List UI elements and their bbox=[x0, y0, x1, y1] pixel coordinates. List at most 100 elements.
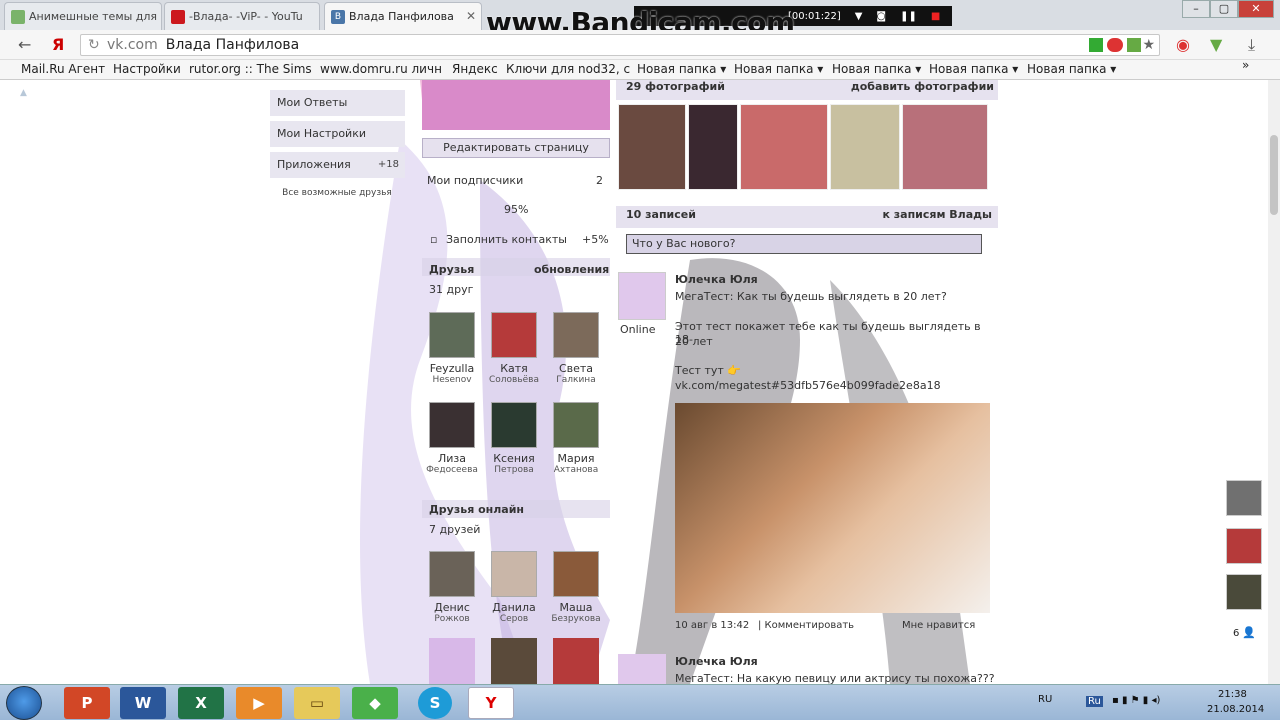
yandex-icon[interactable]: Я bbox=[52, 35, 64, 54]
page-scrollbar[interactable] bbox=[1268, 80, 1280, 684]
post-link[interactable]: vk.com/megatest#53dfb576e4b099fade2e8a18 bbox=[675, 379, 941, 392]
scroll-thumb[interactable] bbox=[1270, 135, 1278, 215]
back-icon[interactable]: ← bbox=[18, 35, 31, 54]
friend-avatar[interactable] bbox=[553, 402, 599, 448]
bookmark-item[interactable]: rutor.org :: The Sims bbox=[189, 62, 312, 76]
post-date[interactable]: 10 авг в 13:42 bbox=[675, 620, 749, 631]
menu-my-settings[interactable]: Мои Настройки bbox=[270, 121, 405, 147]
bookmark-folder[interactable]: Новая папка ▾ bbox=[929, 62, 1018, 76]
chat-avatar[interactable] bbox=[1226, 574, 1262, 610]
online-friends-title[interactable]: Друзья онлайн bbox=[429, 503, 524, 516]
post-author[interactable]: Юлечка Юля bbox=[675, 273, 758, 286]
like-button[interactable]: Мне нравится bbox=[902, 620, 975, 631]
friends-updates-link[interactable]: обновления bbox=[534, 263, 609, 276]
maximize-button[interactable]: ▢ bbox=[1210, 0, 1238, 18]
folder-icon[interactable]: ▭ bbox=[294, 687, 340, 719]
menu-my-answers[interactable]: Мои Ответы bbox=[270, 90, 405, 116]
friend-card[interactable]: Лиза Федосеева bbox=[423, 402, 481, 475]
bookmark-folder[interactable]: Новая папка ▾ bbox=[1027, 62, 1116, 76]
friend-card[interactable]: Мария Ахтанова bbox=[547, 402, 605, 475]
friend-card[interactable]: Ксения Петрова bbox=[485, 402, 543, 475]
tray-icons[interactable]: ▪ ▮ ⚑ ▮ ◂) bbox=[1112, 695, 1160, 706]
star-icon[interactable]: ★ bbox=[1142, 35, 1155, 55]
post-author-avatar[interactable] bbox=[618, 272, 666, 320]
bookmark-item[interactable]: Настройки bbox=[113, 62, 181, 76]
friend-avatar[interactable] bbox=[429, 638, 475, 684]
keyboard-layout-icon[interactable]: Ru bbox=[1086, 696, 1103, 707]
pause-icon[interactable]: ▼ bbox=[855, 11, 863, 22]
friend-avatar[interactable] bbox=[553, 551, 599, 597]
post-image[interactable] bbox=[675, 403, 990, 613]
comment-link[interactable]: | Комментировать bbox=[758, 620, 854, 631]
menu-apps[interactable]: Приложения +18 bbox=[270, 152, 405, 178]
friend-card[interactable]: Света Галкина bbox=[547, 312, 605, 385]
pro-badge-icon[interactable] bbox=[1107, 38, 1123, 52]
pause-rec-icon[interactable]: ❚❚ bbox=[900, 11, 917, 22]
media-player-icon[interactable]: ▶ bbox=[236, 687, 282, 719]
friend-card[interactable]: Feyzulla Hesenov bbox=[423, 312, 481, 385]
yandex-browser-icon[interactable]: Y bbox=[468, 687, 514, 719]
more-bookmarks[interactable]: » bbox=[1242, 58, 1249, 72]
download-icon[interactable]: ⤓ bbox=[1248, 35, 1255, 55]
tab-anime-themes[interactable]: Анимешные темы для bbox=[4, 2, 162, 30]
camera-icon[interactable]: ◙ bbox=[876, 11, 886, 22]
new-post-input[interactable]: Что у Вас нового? bbox=[626, 234, 982, 254]
online-friend-card[interactable]: Денис Рожков bbox=[423, 551, 481, 624]
opera-icon[interactable]: ◉ bbox=[1176, 35, 1190, 54]
powerpoint-icon[interactable]: P bbox=[64, 687, 110, 719]
photo-thumb[interactable] bbox=[688, 104, 738, 190]
excel-icon[interactable]: X bbox=[178, 687, 224, 719]
bookmark-folder[interactable]: Новая папка ▾ bbox=[832, 62, 921, 76]
online-friend-card[interactable]: Данила Серов bbox=[485, 551, 543, 624]
photo-thumb[interactable] bbox=[830, 104, 900, 190]
skype-icon[interactable]: S bbox=[418, 687, 452, 719]
bookmark-folder[interactable]: Новая папка ▾ bbox=[637, 62, 726, 76]
post-author[interactable]: Юлечка Юля bbox=[675, 655, 758, 668]
photo-thumb[interactable] bbox=[618, 104, 686, 190]
bookmark-folder[interactable]: Новая папка ▾ bbox=[734, 62, 823, 76]
clock-time[interactable]: 21:38 bbox=[1218, 689, 1247, 700]
bookmark-item[interactable]: Ключи для nod32, с bbox=[506, 62, 630, 76]
edit-profile-button[interactable]: Редактировать страницу bbox=[422, 138, 610, 158]
online-friend-card[interactable]: Маша Безрукова bbox=[547, 551, 605, 624]
bookmark-item[interactable]: Яндекс bbox=[452, 62, 498, 76]
sims-icon[interactable]: ◆ bbox=[352, 687, 398, 719]
android-icon[interactable]: ▼ bbox=[1210, 35, 1222, 54]
profile-photo[interactable] bbox=[422, 80, 610, 130]
friend-avatar[interactable] bbox=[429, 402, 475, 448]
lock-icon[interactable] bbox=[1089, 38, 1103, 52]
chat-avatar[interactable] bbox=[1226, 480, 1262, 516]
clock-date[interactable]: 21.08.2014 bbox=[1207, 704, 1264, 715]
wall-count[interactable]: 10 записей bbox=[626, 208, 696, 221]
friends-title[interactable]: Друзья bbox=[429, 263, 474, 276]
online-friends-count[interactable]: 7 друзей bbox=[429, 523, 480, 536]
friend-avatar[interactable] bbox=[491, 312, 537, 358]
friend-avatar[interactable] bbox=[491, 638, 537, 684]
fill-contacts-link[interactable]: Заполнить контакты bbox=[446, 233, 567, 246]
word-icon[interactable]: W bbox=[120, 687, 166, 719]
add-photos-link[interactable]: добавить фотографии bbox=[851, 80, 994, 93]
tab-vk[interactable]: B Влада Панфилова ✕ bbox=[324, 2, 482, 30]
checkbox-icon[interactable]: ▫ bbox=[430, 233, 437, 246]
friend-avatar[interactable] bbox=[491, 551, 537, 597]
close-tab-icon[interactable]: ✕ bbox=[466, 9, 476, 23]
bookmark-item[interactable]: Mail.Ru Агент bbox=[21, 62, 105, 76]
all-friends-link[interactable]: Все возможные друзья bbox=[282, 188, 392, 198]
subscribers-link[interactable]: Мои подписчики bbox=[427, 174, 523, 187]
post-author-avatar[interactable] bbox=[618, 654, 666, 684]
start-button[interactable] bbox=[6, 686, 42, 720]
friend-avatar[interactable] bbox=[429, 551, 475, 597]
language-indicator[interactable]: RU bbox=[1038, 694, 1052, 705]
photos-count[interactable]: 29 фотографий bbox=[626, 80, 725, 93]
wall-link[interactable]: к записям Влады bbox=[882, 208, 992, 221]
bookmark-item[interactable]: www.domru.ru личн bbox=[320, 62, 442, 76]
chat-avatar[interactable] bbox=[1226, 528, 1262, 564]
friend-avatar[interactable] bbox=[429, 312, 475, 358]
url-input[interactable]: ↻ vk.com Влада Панфилова ★ bbox=[80, 34, 1160, 56]
close-window-button[interactable]: ✕ bbox=[1238, 0, 1274, 18]
photo-thumb[interactable] bbox=[902, 104, 988, 190]
scroll-up-icon[interactable]: ▲ bbox=[20, 88, 27, 98]
friend-avatar[interactable] bbox=[553, 638, 599, 684]
friend-avatar[interactable] bbox=[491, 402, 537, 448]
friends-count[interactable]: 31 друг bbox=[429, 283, 473, 296]
